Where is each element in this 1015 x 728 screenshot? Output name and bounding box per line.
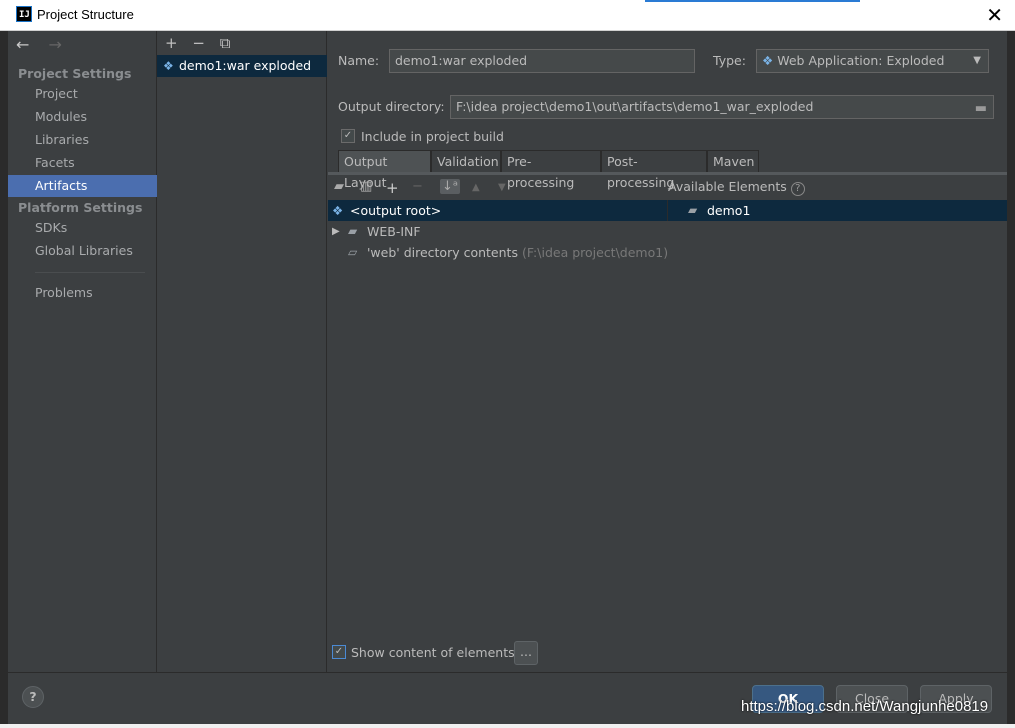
sidebar-divider	[35, 272, 145, 273]
folder-icon: ▰	[348, 224, 358, 238]
type-label: Type:	[713, 53, 746, 68]
create-archive-icon[interactable]: ▥	[360, 179, 372, 194]
tree-hint-web-contents: (F:\idea project\demo1)	[521, 245, 669, 260]
sidebar-item-modules[interactable]: Modules	[8, 106, 157, 128]
tab-validation[interactable]: Validation	[431, 150, 501, 172]
platform-settings-heading: Platform Settings	[18, 200, 143, 215]
intellij-app-icon: IJ	[16, 6, 32, 22]
help-button[interactable]: ?	[22, 686, 44, 708]
available-item-demo1[interactable]: demo1	[707, 200, 750, 221]
background-window-edge-right	[1007, 31, 1015, 728]
sidebar-item-global-libraries[interactable]: Global Libraries	[8, 240, 157, 262]
tab-pre-processing[interactable]: Pre-processing	[501, 150, 601, 190]
add-artifact-icon[interactable]: +	[165, 34, 178, 52]
expand-arrow-icon[interactable]: ▶	[332, 221, 340, 242]
remove-element-icon[interactable]: −	[412, 179, 423, 194]
include-build-label: Include in project build	[361, 129, 504, 144]
directory-contents-icon: ▱	[348, 245, 358, 259]
web-artifact-icon: ❖	[163, 59, 174, 73]
forward-arrow-icon[interactable]: →	[49, 35, 62, 54]
name-label: Name:	[338, 53, 380, 68]
tab-output-layout[interactable]: Output Layout	[338, 150, 431, 190]
output-directory-value: F:\idea project\demo1\out\artifacts\demo…	[456, 99, 814, 114]
help-icon[interactable]: ?	[790, 182, 805, 196]
tree-label-web-contents: 'web' directory contents	[367, 245, 518, 260]
move-up-icon[interactable]: ▲	[472, 182, 480, 193]
title-bar: IJ Project Structure ✕	[0, 0, 1015, 31]
tab-maven[interactable]: Maven	[707, 150, 759, 172]
sidebar-item-project[interactable]: Project	[8, 83, 157, 105]
background-window-strip	[645, 0, 860, 2]
add-element-icon[interactable]: +	[386, 179, 399, 197]
copy-artifact-icon[interactable]: ⧉	[220, 34, 231, 52]
tree-label-web-inf: WEB-INF	[367, 224, 421, 239]
back-arrow-icon[interactable]: ←	[16, 35, 29, 54]
artifact-label: demo1:war exploded	[179, 58, 312, 73]
create-directory-icon[interactable]: ▰	[334, 179, 344, 194]
type-value: Web Application: Exploded	[777, 53, 945, 68]
browse-folder-icon[interactable]: ▬	[975, 98, 987, 120]
available-elements-label: Available Elements	[668, 179, 787, 194]
tab-underline	[328, 172, 1007, 175]
tree-row-web-inf[interactable]: ▶ ▰ WEB-INF	[328, 221, 667, 242]
name-field[interactable]: demo1:war exploded	[389, 49, 695, 73]
close-window-icon[interactable]: ✕	[986, 3, 1003, 27]
window-title: Project Structure	[37, 7, 134, 22]
sidebar-item-sdks[interactable]: SDKs	[8, 217, 157, 239]
watermark-text: https://blog.csdn.net/Wangjunhe0819	[741, 698, 989, 715]
tab-post-processing[interactable]: Post-processing	[601, 150, 707, 190]
move-down-icon[interactable]: ▼	[498, 182, 506, 193]
show-content-label: Show content of elements	[351, 645, 515, 660]
settings-sidebar: ← → Project Settings Project Modules Lib…	[8, 31, 157, 672]
output-root-icon: ❖	[332, 203, 344, 218]
artifact-toolbar: + − ⧉	[165, 34, 240, 52]
sidebar-item-libraries[interactable]: Libraries	[8, 129, 157, 151]
sidebar-item-artifacts[interactable]: Artifacts	[8, 175, 157, 197]
background-window-edge-left	[0, 31, 8, 728]
show-content-options-button[interactable]: ...	[514, 641, 538, 665]
sort-elements-icon[interactable]: ↓ᵃ	[440, 179, 460, 194]
project-settings-heading: Project Settings	[18, 66, 132, 81]
nav-arrows: ← →	[16, 35, 76, 54]
output-directory-label: Output directory:	[338, 99, 445, 114]
chevron-down-icon: ▼	[973, 55, 981, 66]
module-folder-icon: ▰	[688, 203, 698, 217]
show-content-checkbox[interactable]: ✓	[332, 645, 346, 659]
include-build-checkbox[interactable]: ✓	[341, 129, 355, 143]
tree-label-output-root: <output root>	[350, 203, 442, 218]
pane-divider	[667, 200, 668, 221]
sidebar-item-problems[interactable]: Problems	[8, 282, 157, 304]
type-dropdown[interactable]: ❖ Web Application: Exploded ▼	[756, 49, 989, 73]
artifact-list-panel: + − ⧉ ❖ demo1:war exploded	[157, 31, 327, 672]
taskbar-strip	[0, 724, 1015, 728]
web-application-icon: ❖	[762, 53, 774, 68]
artifact-editor: Name: demo1:war exploded Type: ❖ Web Appl…	[328, 31, 1007, 672]
sidebar-item-facets[interactable]: Facets	[8, 152, 157, 174]
output-directory-field[interactable]: F:\idea project\demo1\out\artifacts\demo…	[450, 95, 994, 119]
tree-row-web-contents[interactable]: ▱ 'web' directory contents (F:\idea proj…	[328, 242, 669, 263]
available-elements-header: Available Elements?	[668, 179, 805, 196]
remove-artifact-icon[interactable]: −	[192, 34, 205, 52]
artifact-list-item[interactable]: ❖ demo1:war exploded	[157, 55, 327, 77]
